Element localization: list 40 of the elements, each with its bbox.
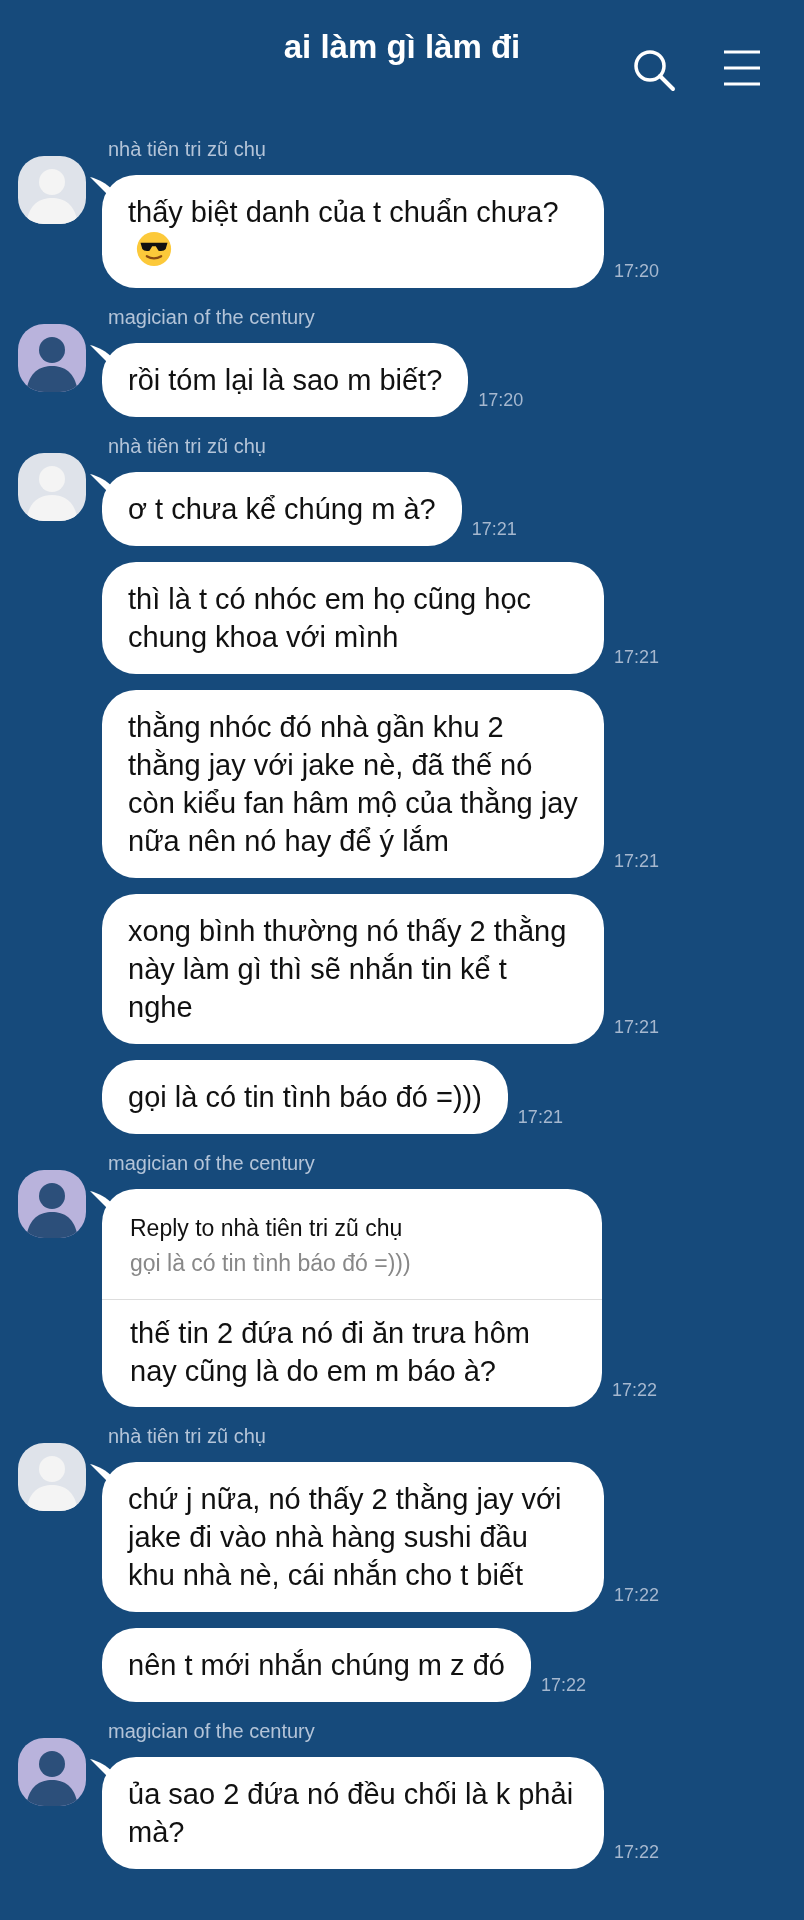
message-time: 17:21 [471,519,517,540]
message-text: thấy biệt danh của t chuẩn chưa? [128,193,578,270]
message-time: 17:22 [614,1842,660,1863]
message-text: xong bình thường nó thấy 2 thằng này làm gì thì sẽ nhắn tin kể t nghe [128,914,568,1025]
message-text: nên t mới nhắn chúng m z đó [128,1648,505,1683]
message-text: thì là t có nhóc em họ cũng học chung khoa với mình [128,582,533,655]
sender-name: magician of the century [108,1152,316,1175]
search-icon[interactable] [632,48,676,92]
sender-name: magician of the century [108,1720,316,1743]
message-text: ủa sao 2 đứa nó đều chối là k phải mà? [128,1777,575,1850]
sender-name: nhà tiên tri zũ chụ [108,138,267,161]
message-text: gọi là có tin tình báo đó =))) [128,1080,482,1115]
avatar[interactable] [18,156,86,224]
message-time: 17:22 [540,1675,586,1696]
message-time: 17:21 [614,851,660,872]
reply-title: Reply to nhà tiên tri zũ chụ [130,1215,404,1242]
message-text: thế tin 2 đứa nó đi ăn trưa hôm nay cũng là do em m báo à? [129,1316,531,1389]
avatar[interactable] [18,1738,86,1806]
message-text: thằng nhóc đó nhà gần khu 2 thằng jay với jake nè, đã thế nó còn kiểu fan hâm mộ của thằng jay nữa nên nó hay để ý lắm [128,710,578,859]
avatar[interactable] [18,1170,86,1238]
avatar[interactable] [18,453,86,521]
avatar[interactable] [18,1443,86,1511]
menu-icon[interactable] [722,48,762,88]
message-time: 17:21 [614,1017,660,1038]
avatar[interactable] [18,324,86,392]
message-text: ơ t chưa kể chúng m à? [128,492,436,527]
chat-title: ai làm gì làm đi [283,28,521,66]
message-time: 17:22 [612,1380,658,1401]
sunglasses-emoji-icon [136,231,172,267]
message-text: chứ j nữa, nó thấy 2 thằng jay với jake đi vào nhà hàng sushi đầu khu nhà nè, cái nhắn cho t biết [128,1482,563,1593]
message-text: rồi tóm lại là sao m biết? [128,363,443,398]
message-time: 17:20 [478,390,524,411]
message-time: 17:21 [517,1107,563,1128]
quoted-text: gọi là có tin tình báo đó =))) [130,1250,412,1277]
sender-name: nhà tiên tri zũ chụ [108,1425,267,1448]
sender-name: nhà tiên tri zũ chụ [108,435,267,458]
message-time: 17:20 [614,261,660,282]
message-time: 17:21 [614,647,660,668]
sender-name: magician of the century [108,306,316,329]
message-time: 17:22 [614,1585,660,1606]
